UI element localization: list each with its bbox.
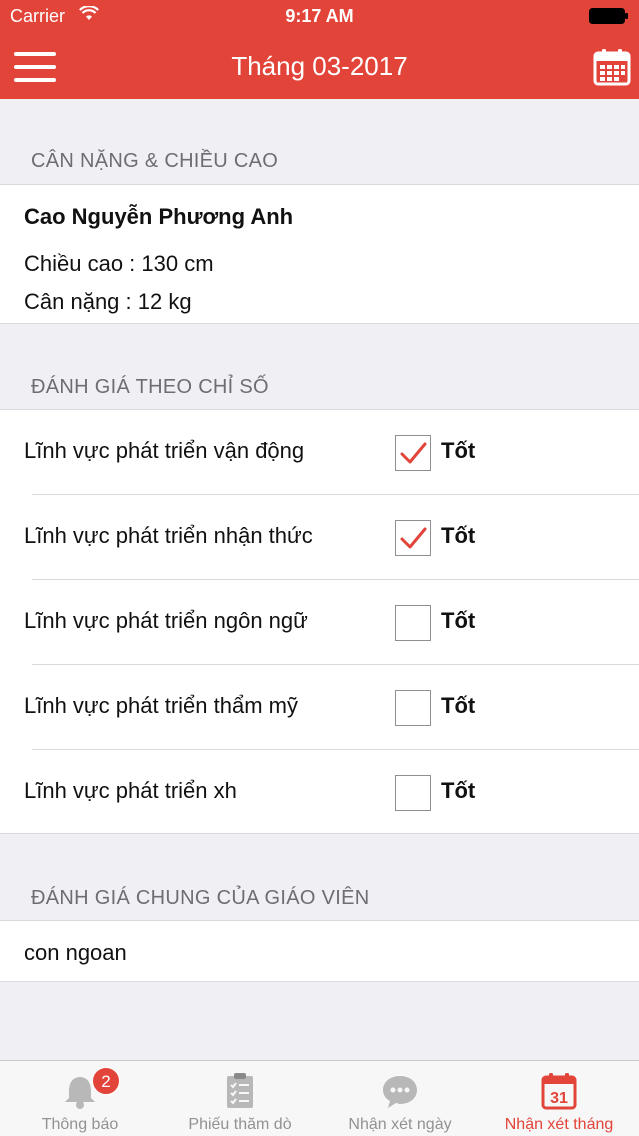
measurements-panel: Cao Nguyễn Phương Anh Chiều cao : 130 cm… (0, 184, 639, 324)
calendar-31-icon: 31 (541, 1073, 577, 1110)
section-header-assessment: ĐÁNH GIÁ THEO CHỈ SỐ (31, 376, 269, 398)
assessment-row: Lĩnh vực phát triển vận động Tốt (0, 410, 639, 495)
assessment-row: Lĩnh vực phát triển thẩm mỹ Tốt (0, 665, 639, 750)
assessment-value: Tốt (441, 523, 476, 548)
weight-value: Cân nặng : 12 kg (24, 289, 192, 314)
teacher-comment: con ngoan (24, 940, 127, 965)
assessment-label: Lĩnh vực phát triển ngôn ngữ (24, 608, 308, 633)
assessment-label: Lĩnh vực phát triển nhận thức (24, 523, 313, 548)
calendar-icon[interactable] (593, 48, 631, 86)
tab-monthly-comment[interactable]: 31 Nhận xét tháng (479, 1061, 639, 1136)
checklist-icon (227, 1073, 253, 1108)
battery-icon (589, 8, 628, 24)
tab-bar: 2 Thông báo Phiếu thăm dò Nhận xét ngày (0, 1060, 639, 1136)
assessment-checkbox[interactable] (395, 520, 431, 556)
assessment-value: Tốt (441, 438, 476, 463)
notification-badge: 2 (92, 1067, 120, 1095)
tab-survey[interactable]: Phiếu thăm dò (160, 1061, 320, 1136)
assessment-label: Lĩnh vực phát triển vận động (24, 438, 305, 463)
assessment-panel: Lĩnh vực phát triển vận động Tốt Lĩnh vự… (0, 409, 639, 834)
assessment-checkbox[interactable] (395, 690, 431, 726)
assessment-label: Lĩnh vực phát triển thẩm mỹ (24, 693, 298, 718)
assessment-label: Lĩnh vực phát triển xh (24, 778, 237, 803)
assessment-row: Lĩnh vực phát triển xh Tốt (0, 750, 639, 835)
checkmark-icon (400, 442, 427, 464)
section-header-measurements: CÂN NẶNG & CHIỀU CAO (31, 150, 279, 172)
assessment-value: Tốt (441, 608, 476, 633)
assessment-row: Lĩnh vực phát triển ngôn ngữ Tốt (0, 580, 639, 665)
assessment-checkbox[interactable] (395, 435, 431, 471)
assessment-value: Tốt (441, 693, 476, 718)
checkmark-icon (400, 527, 427, 549)
tab-label: Nhận xét tháng (504, 1116, 614, 1133)
student-name: Cao Nguyễn Phương Anh (24, 204, 294, 229)
tab-daily-comment[interactable]: Nhận xét ngày (320, 1061, 480, 1136)
svg-text:31: 31 (550, 1090, 568, 1107)
assessment-row: Lĩnh vực phát triển nhận thức Tốt (0, 495, 639, 580)
tab-label: Thông báo (41, 1116, 119, 1133)
teacher-comment-panel: con ngoan (0, 920, 639, 982)
assessment-value: Tốt (441, 778, 476, 803)
section-header-teacher: ĐÁNH GIÁ CHUNG CỦA GIÁO VIÊN (31, 887, 370, 909)
page-title: Tháng 03-2017 (231, 51, 408, 81)
assessment-checkbox[interactable] (395, 775, 431, 811)
nav-bar: Tháng 03-2017 (0, 34, 639, 99)
height-value: Chiều cao : 130 cm (24, 251, 214, 276)
chat-bubble-icon (383, 1076, 417, 1108)
tab-label: Nhận xét ngày (348, 1116, 452, 1133)
status-bar: Carrier 9:17 AM (0, 0, 639, 34)
assessment-checkbox[interactable] (395, 605, 431, 641)
tab-notifications[interactable]: 2 Thông báo (0, 1061, 160, 1136)
header: Carrier 9:17 AM Tháng 03-2017 (0, 0, 639, 99)
tab-label: Phiếu thăm dò (188, 1116, 292, 1133)
status-time: 9:17 AM (285, 6, 354, 26)
